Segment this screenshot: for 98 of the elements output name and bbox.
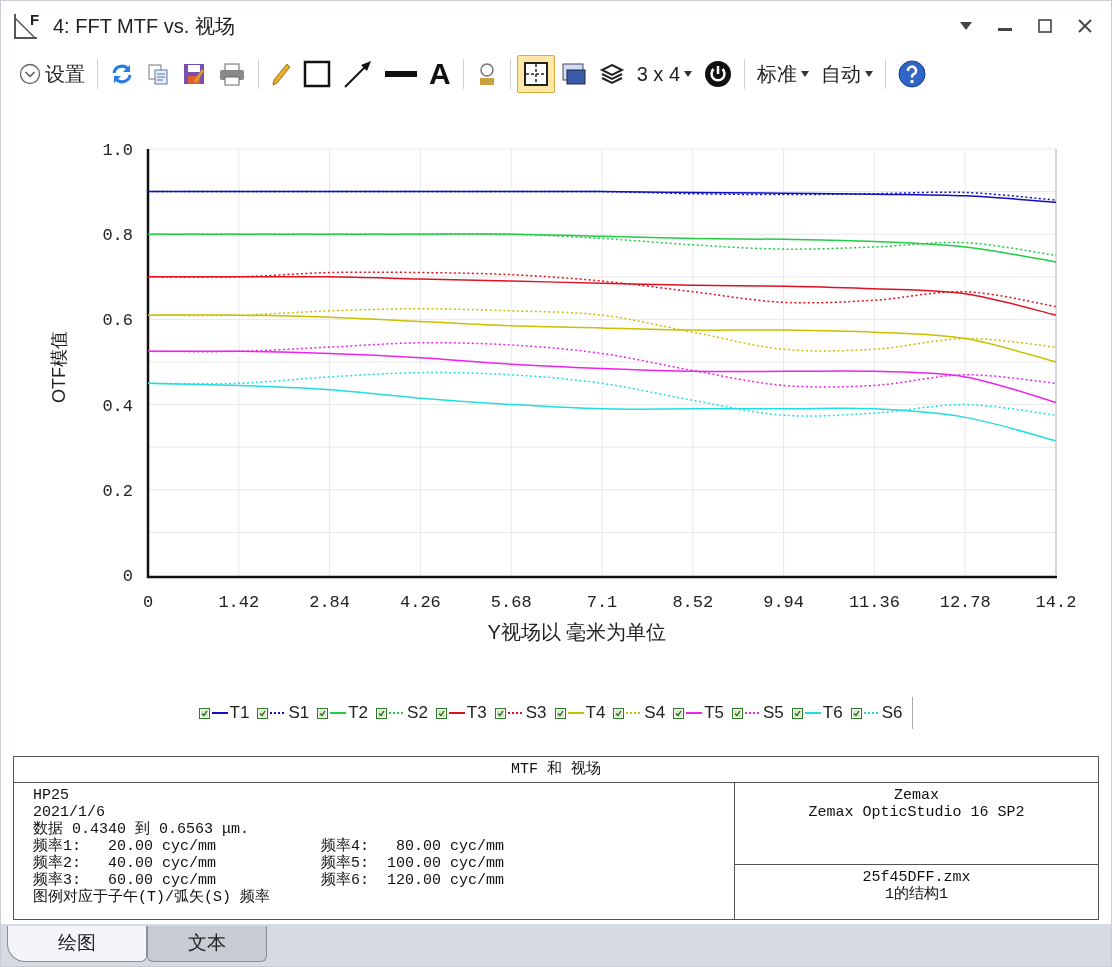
- copy-icon: [146, 62, 170, 86]
- legend-checkbox[interactable]: [732, 707, 743, 719]
- legend-line-swatch: [567, 711, 584, 715]
- frequency-text: 频率5: 100.00 cyc/mm: [321, 855, 505, 872]
- legend-line-swatch: [507, 711, 524, 715]
- info-line: HP25: [33, 787, 70, 804]
- legend-label: S5: [763, 702, 784, 725]
- y-tick-label: 0.8: [102, 226, 133, 246]
- legend-label: S4: [644, 702, 666, 725]
- caret-icon: [801, 71, 810, 77]
- legend-checkbox[interactable]: [198, 707, 210, 719]
- info-line: 数据 0.4340 到 0.6563 μm.: [33, 821, 251, 838]
- caret-icon: [865, 71, 874, 77]
- legend-label: S3: [525, 702, 547, 725]
- chevron-circle-icon: [19, 63, 41, 85]
- maximize-icon[interactable]: [1037, 18, 1053, 34]
- legend-line-swatch: [270, 711, 287, 715]
- x-tick-label: 2.84: [309, 593, 350, 612]
- legend-label: T3: [466, 702, 487, 725]
- rectangle-icon: [303, 60, 331, 88]
- dropdown-button[interactable]: 自动: [815, 55, 880, 93]
- tab[interactable]: 绘图: [7, 926, 147, 962]
- legend-checkbox[interactable]: [317, 707, 329, 719]
- y-tick-label: 0.4: [102, 396, 133, 416]
- dropdown-button[interactable]: 3 x 4: [630, 55, 699, 93]
- close-icon[interactable]: [1077, 18, 1093, 34]
- refresh-icon: [110, 62, 134, 86]
- frequency-text: 频率4: 80.00 cyc/mm: [321, 838, 505, 855]
- legend-checkbox[interactable]: [613, 707, 625, 719]
- legend-checkbox[interactable]: [850, 707, 862, 719]
- legend-line-swatch: [745, 711, 761, 715]
- window-icon: [560, 62, 587, 86]
- legend-label: T1: [229, 702, 250, 725]
- legend-note: 图例对应于子午(T)/弧矢(S) 频率: [33, 889, 271, 906]
- x-tick-label: 0: [142, 593, 154, 612]
- pencil-icon: [271, 62, 291, 86]
- legend-checkbox[interactable]: [494, 707, 506, 719]
- x-tick-label: 8.52: [672, 593, 714, 612]
- x-tick-label: 9.94: [763, 593, 804, 612]
- legend-line-swatch: [686, 711, 703, 715]
- file-text: 1的结构1: [885, 886, 948, 903]
- y-tick-label: 0: [122, 567, 133, 586]
- legend-line-swatch: [863, 711, 880, 715]
- legend-line-swatch: [211, 711, 228, 715]
- x-tick-label: 1.42: [218, 593, 260, 612]
- software-text: Zemax OpticStudio 16 SP2: [808, 804, 1025, 821]
- x-tick-label: 14.2: [1035, 593, 1077, 612]
- y-axis-label: OTF模值: [49, 331, 69, 403]
- caret-icon: [684, 71, 693, 77]
- help-icon: [898, 60, 927, 88]
- frequency-text: 频率1: 20.00 cyc/mm: [33, 838, 218, 855]
- legend-checkbox[interactable]: [257, 707, 269, 719]
- printer-icon: [218, 62, 246, 86]
- settings-button[interactable]: 设置: [13, 55, 91, 93]
- y-tick-label: 0.2: [102, 481, 133, 501]
- layers-icon: [598, 62, 625, 86]
- power-icon: [704, 60, 733, 88]
- legend-checkbox[interactable]: [435, 707, 447, 719]
- legend-checkbox[interactable]: [673, 707, 685, 719]
- text-tool-button[interactable]: A: [423, 55, 457, 93]
- save-icon: [182, 62, 206, 86]
- y-tick-label: 0.6: [102, 311, 133, 331]
- arrow-icon: [343, 60, 373, 88]
- frequency-text: 频率3: 60.00 cyc/mm: [33, 872, 218, 889]
- legend-checkbox[interactable]: [554, 707, 566, 719]
- legend-label: S1: [288, 702, 310, 725]
- legend-line-swatch: [448, 711, 465, 715]
- software-text: Zemax: [894, 787, 939, 804]
- x-tick-label: 11.36: [848, 593, 900, 612]
- legend-line-swatch: [330, 711, 347, 715]
- x-tick-label: 5.68: [490, 593, 532, 612]
- frequency-text: 频率6: 120.00 cyc/mm: [321, 872, 505, 889]
- grid-icon: [522, 61, 549, 87]
- file-text: 25f45DFF.zmx: [862, 869, 971, 886]
- legend-line-swatch: [804, 711, 821, 715]
- frequency-text: 频率2: 40.00 cyc/mm: [33, 855, 218, 872]
- legend-label: T4: [585, 702, 606, 725]
- legend-checkbox[interactable]: [376, 707, 388, 719]
- x-tick-label: 12.78: [939, 593, 991, 612]
- window-title: 4: FFT MTF vs. 视场: [53, 14, 235, 39]
- legend-label: S2: [407, 702, 428, 725]
- info-line: 2021/1/6: [33, 804, 106, 821]
- legend-label: S6: [881, 702, 903, 725]
- dropdown-button[interactable]: 标准: [751, 55, 816, 93]
- legend-label: T5: [704, 702, 724, 725]
- x-tick-label: 7.1: [586, 593, 618, 612]
- grid-button[interactable]: [516, 55, 555, 93]
- menu-caret-icon[interactable]: [959, 21, 973, 31]
- legend-line-swatch: [389, 711, 406, 715]
- legend-label: T2: [348, 702, 369, 725]
- x-tick-label: 4.26: [400, 593, 441, 612]
- legend-label: T6: [822, 702, 843, 725]
- tab[interactable]: 文本: [147, 926, 267, 962]
- x-axis-label: Y视场以 毫米为单位: [487, 621, 667, 643]
- legend-line-swatch: [626, 711, 643, 715]
- info-title: MTF 和 视场: [511, 761, 601, 778]
- y-tick-label: 1.0: [102, 141, 133, 160]
- legend-checkbox[interactable]: [791, 707, 803, 719]
